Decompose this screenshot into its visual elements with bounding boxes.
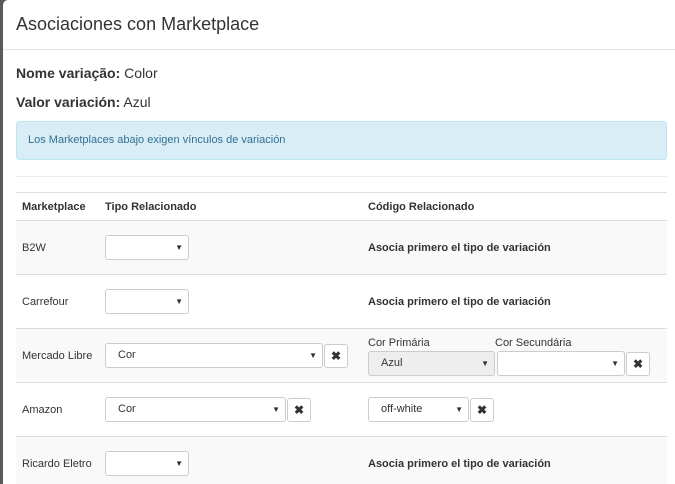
- remove-tipo-button[interactable]: ✖: [324, 343, 348, 368]
- marketplace-name: Amazon: [16, 382, 99, 437]
- primary-color-select: Azul ▼: [368, 351, 495, 376]
- associate-first-note: Asocia primero el tipo de variación: [368, 241, 551, 254]
- remove-codigo-button[interactable]: ✖: [470, 397, 494, 422]
- divider: [16, 176, 667, 177]
- caret-down-icon: ▼: [481, 359, 489, 368]
- codigo-select[interactable]: off-white ▼: [368, 397, 469, 422]
- tipo-cell: ▼: [99, 220, 362, 275]
- codigo-cell: off-white ▼ ✖: [362, 382, 667, 437]
- modal-header: Asociaciones con Marketplace: [3, 0, 675, 50]
- variation-value-label: Valor variación:: [16, 94, 121, 110]
- header-codigo: Código Relacionado: [362, 192, 667, 221]
- marketplace-name: Mercado Libre: [16, 328, 99, 383]
- header-tipo: Tipo Relacionado: [99, 192, 362, 221]
- secondary-color-select[interactable]: ▼: [497, 351, 625, 376]
- variation-value-value: Azul: [123, 94, 151, 110]
- caret-down-icon: ▼: [309, 351, 317, 360]
- primary-color-value: Azul: [381, 357, 403, 369]
- tipo-select[interactable]: Cor ▼: [105, 397, 286, 422]
- table-row: Carrefour ▼ Asocia primero el tipo de va…: [16, 274, 667, 329]
- tipo-cell: Cor ▼ ✖: [99, 328, 362, 383]
- table-row: Amazon Cor ▼ ✖ off-white ▼ ✖: [16, 382, 667, 437]
- variation-name-label: Nome variação:: [16, 65, 121, 81]
- secondary-color-label: Cor Secundária: [495, 337, 572, 349]
- associate-first-note: Asocia primero el tipo de variación: [368, 457, 551, 470]
- variation-value-line: Valor variación: Azul: [16, 94, 667, 110]
- remove-tipo-button[interactable]: ✖: [287, 397, 311, 422]
- associate-first-note: Asocia primero el tipo de variación: [368, 295, 551, 308]
- table-row: Ricardo Eletro ▼ Asocia primero el tipo …: [16, 436, 667, 484]
- caret-down-icon: ▼: [175, 459, 183, 468]
- remove-secondary-color-button[interactable]: ✖: [626, 351, 650, 376]
- tipo-select-value: Cor: [118, 403, 136, 415]
- marketplace-table: Marketplace Tipo Relacionado Código Rela…: [16, 192, 667, 484]
- variation-name-line: Nome variação: Color: [16, 65, 667, 81]
- tipo-cell: ▼: [99, 274, 362, 329]
- marketplace-name: Carrefour: [16, 274, 99, 329]
- tipo-cell: Cor ▼ ✖: [99, 382, 362, 437]
- marketplace-modal: Asociaciones con Marketplace Nome variaç…: [3, 0, 675, 484]
- marketplace-name: B2W: [16, 220, 99, 275]
- codigo-cell: Asocia primero el tipo de variación: [362, 220, 667, 275]
- table-header-row: Marketplace Tipo Relacionado Código Rela…: [16, 192, 667, 221]
- caret-down-icon: ▼: [272, 405, 280, 414]
- marketplace-name: Ricardo Eletro: [16, 436, 99, 484]
- table-row: B2W ▼ Asocia primero el tipo de variació…: [16, 220, 667, 275]
- tipo-select-value: Cor: [118, 349, 136, 361]
- tipo-select[interactable]: ▼: [105, 235, 189, 260]
- codigo-cell: Asocia primero el tipo de variación: [362, 274, 667, 329]
- caret-down-icon: ▼: [175, 297, 183, 306]
- tipo-cell: ▼: [99, 436, 362, 484]
- variation-name-value: Color: [124, 65, 158, 81]
- codigo-select-value: off-white: [381, 403, 423, 415]
- info-alert: Los Marketplaces abajo exigen vínculos d…: [16, 121, 667, 160]
- tipo-select[interactable]: ▼: [105, 451, 189, 476]
- codigo-cell: Asocia primero el tipo de variación: [362, 436, 667, 484]
- modal-body: Nome variação: Color Valor variación: Az…: [3, 65, 675, 484]
- primary-color-label: Cor Primária: [368, 337, 430, 349]
- codigo-cell: Cor Primária Cor Secundária Azul ▼ ▼ ✖: [362, 328, 667, 383]
- tipo-select[interactable]: ▼: [105, 289, 189, 314]
- caret-down-icon: ▼: [175, 243, 183, 252]
- header-marketplace: Marketplace: [16, 192, 99, 221]
- caret-down-icon: ▼: [455, 405, 463, 414]
- table-row: Mercado Libre Cor ▼ ✖ Cor Primária Cor S…: [16, 328, 667, 383]
- caret-down-icon: ▼: [611, 359, 619, 368]
- tipo-select[interactable]: Cor ▼: [105, 343, 323, 368]
- modal-title: Asociaciones con Marketplace: [16, 14, 260, 34]
